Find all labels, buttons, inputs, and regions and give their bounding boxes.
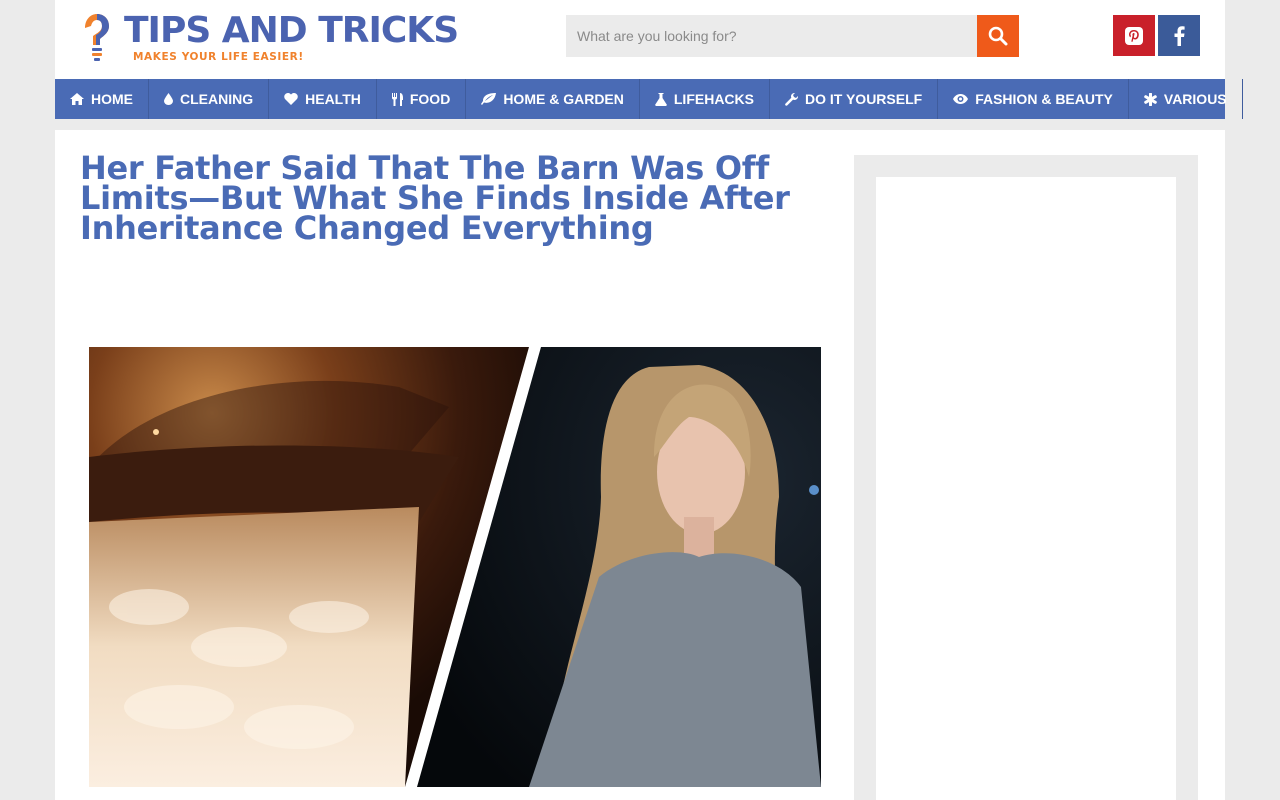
nav-item-home[interactable]: HOME	[55, 79, 149, 119]
sidebar	[854, 155, 1198, 800]
home-icon	[70, 93, 84, 105]
nav-item-do-it-yourself[interactable]: DO IT YOURSELF	[770, 79, 939, 119]
page-wrapper: TIPS AND TRICKS MAKES YOUR LIFE EASIER!	[55, 0, 1243, 800]
logo-title: TIPS AND TRICKS	[124, 10, 459, 51]
sidebar-ad-slot	[876, 177, 1176, 800]
nav-label-home-garden: HOME & GARDEN	[503, 91, 624, 107]
featured-image[interactable]	[89, 347, 821, 787]
search-bar	[566, 15, 1019, 57]
lightbulb-question-icon	[85, 14, 109, 61]
facebook-icon	[1174, 25, 1185, 46]
search-button[interactable]	[977, 15, 1019, 57]
main-navigation: HOME CLEANING HEALTH FOOD HOME & GARDEN …	[55, 79, 1243, 119]
wrench-icon	[785, 92, 798, 106]
heart-icon	[284, 93, 298, 105]
nav-label-do-it-yourself: DO IT YOURSELF	[805, 91, 923, 107]
flask-icon	[654, 92, 667, 106]
site-header: TIPS AND TRICKS MAKES YOUR LIFE EASIER!	[55, 0, 1243, 119]
nav-item-home-garden[interactable]: HOME & GARDEN	[466, 79, 640, 119]
nav-label-fashion-beauty: FASHION & BEAUTY	[975, 91, 1113, 107]
main-content: Her Father Said That The Barn Was Off Li…	[55, 130, 1225, 800]
droplet-icon	[164, 93, 173, 105]
featured-image-illustration	[89, 347, 821, 787]
nav-label-various: VARIOUS	[1163, 91, 1227, 107]
pinterest-icon	[1125, 26, 1143, 45]
nav-label-home: HOME	[91, 91, 133, 107]
nav-label-food: FOOD	[409, 91, 451, 107]
article-title: Her Father Said That The Barn Was Off Li…	[80, 149, 790, 247]
nav-item-various[interactable]: VARIOUS	[1129, 79, 1243, 119]
nav-item-lifehacks[interactable]: LIFEHACKS	[640, 79, 770, 119]
nav-item-fashion-beauty[interactable]: FASHION & BEAUTY	[938, 79, 1129, 119]
eye-icon	[953, 94, 969, 104]
search-icon	[988, 26, 1008, 46]
cutlery-icon	[391, 92, 403, 106]
nav-label-lifehacks: LIFEHACKS	[673, 91, 754, 107]
nav-item-health[interactable]: HEALTH	[269, 79, 377, 119]
site-logo[interactable]: TIPS AND TRICKS MAKES YOUR LIFE EASIER!	[79, 10, 479, 65]
pinterest-button[interactable]	[1113, 15, 1155, 56]
search-input[interactable]	[566, 15, 977, 57]
facebook-button[interactable]	[1158, 15, 1200, 56]
asterisk-icon	[1144, 92, 1157, 106]
nav-item-food[interactable]: FOOD	[377, 79, 467, 119]
leaf-icon	[481, 93, 497, 105]
nav-item-cleaning[interactable]: CLEANING	[149, 79, 270, 119]
logo-tagline: MAKES YOUR LIFE EASIER!	[133, 51, 304, 63]
nav-label-cleaning: CLEANING	[180, 91, 254, 107]
nav-label-health: HEALTH	[305, 91, 361, 107]
